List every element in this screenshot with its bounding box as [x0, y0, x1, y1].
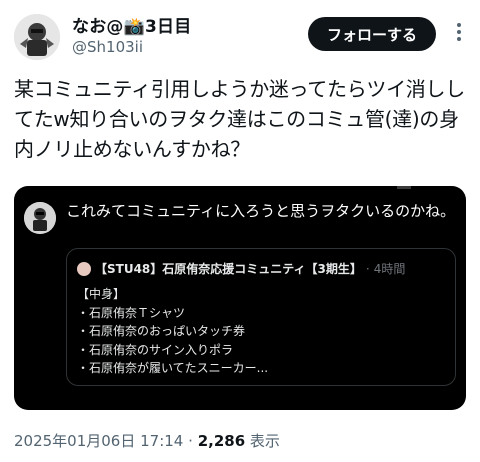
community-sep: · — [365, 261, 370, 276]
author-handle[interactable]: @Sh103ii — [72, 38, 143, 56]
quoted-tweet-text: これみてコミュニティに入ろうと思うヲタクいるのかね。 — [66, 202, 456, 220]
tweet-timestamp[interactable]: 2025年01月06日 17:14 — [14, 432, 183, 450]
community-line: ・石原侑奈のおっぱいタッチ券 — [77, 324, 246, 338]
community-line: 【中身】 — [77, 287, 126, 301]
community-post-body: 【中身】 ・石原侑奈Ｔシャツ ・石原侑奈のおっぱいタッチ券 ・石原侑奈のサイン入… — [77, 285, 268, 378]
community-line: ・石原侑奈が履いてたスニーカー... — [77, 361, 269, 375]
quoted-author-avatar[interactable] — [24, 202, 56, 234]
quoted-avatar-image — [24, 202, 56, 234]
tweet-text: 某コミュニティ引用しようか迷ってたらツイ消ししてたw知り合いのヲタク達はこのコミ… — [14, 77, 465, 161]
views-count: 2,286 — [197, 432, 246, 450]
more-options-icon[interactable] — [448, 20, 470, 44]
author-avatar-image — [14, 14, 60, 60]
community-avatar — [77, 261, 91, 276]
author-display-name[interactable]: なお@📸3日目 — [72, 12, 191, 37]
tweet-meta: 2025年01月06日 17:14 · 2,286 表示 — [14, 430, 280, 451]
community-post-card[interactable]: 【STU48】石原侑奈応援コミュニティ【3期生】 · 4時間 【中身】 ・石原侑… — [66, 248, 456, 386]
community-name[interactable]: 【STU48】石原侑奈応援コミュニティ【3期生】 — [95, 260, 362, 277]
quote-top-marker — [397, 186, 411, 189]
views-label: 表示 — [249, 432, 280, 450]
follow-button[interactable]: フォローする — [308, 17, 436, 51]
community-line: ・石原侑奈Ｔシャツ — [77, 305, 186, 320]
quoted-tweet-card[interactable]: これみてコミュニティに入ろうと思うヲタクいるのかね。 【STU48】石原侑奈応援… — [14, 186, 466, 410]
community-line: ・石原侑奈のサイン入りポラ — [77, 342, 234, 357]
community-post-header: 【STU48】石原侑奈応援コミュニティ【3期生】 · 4時間 — [77, 260, 449, 277]
author-avatar[interactable] — [14, 14, 60, 60]
meta-sep: · — [188, 432, 193, 450]
community-time: 4時間 — [373, 262, 406, 276]
